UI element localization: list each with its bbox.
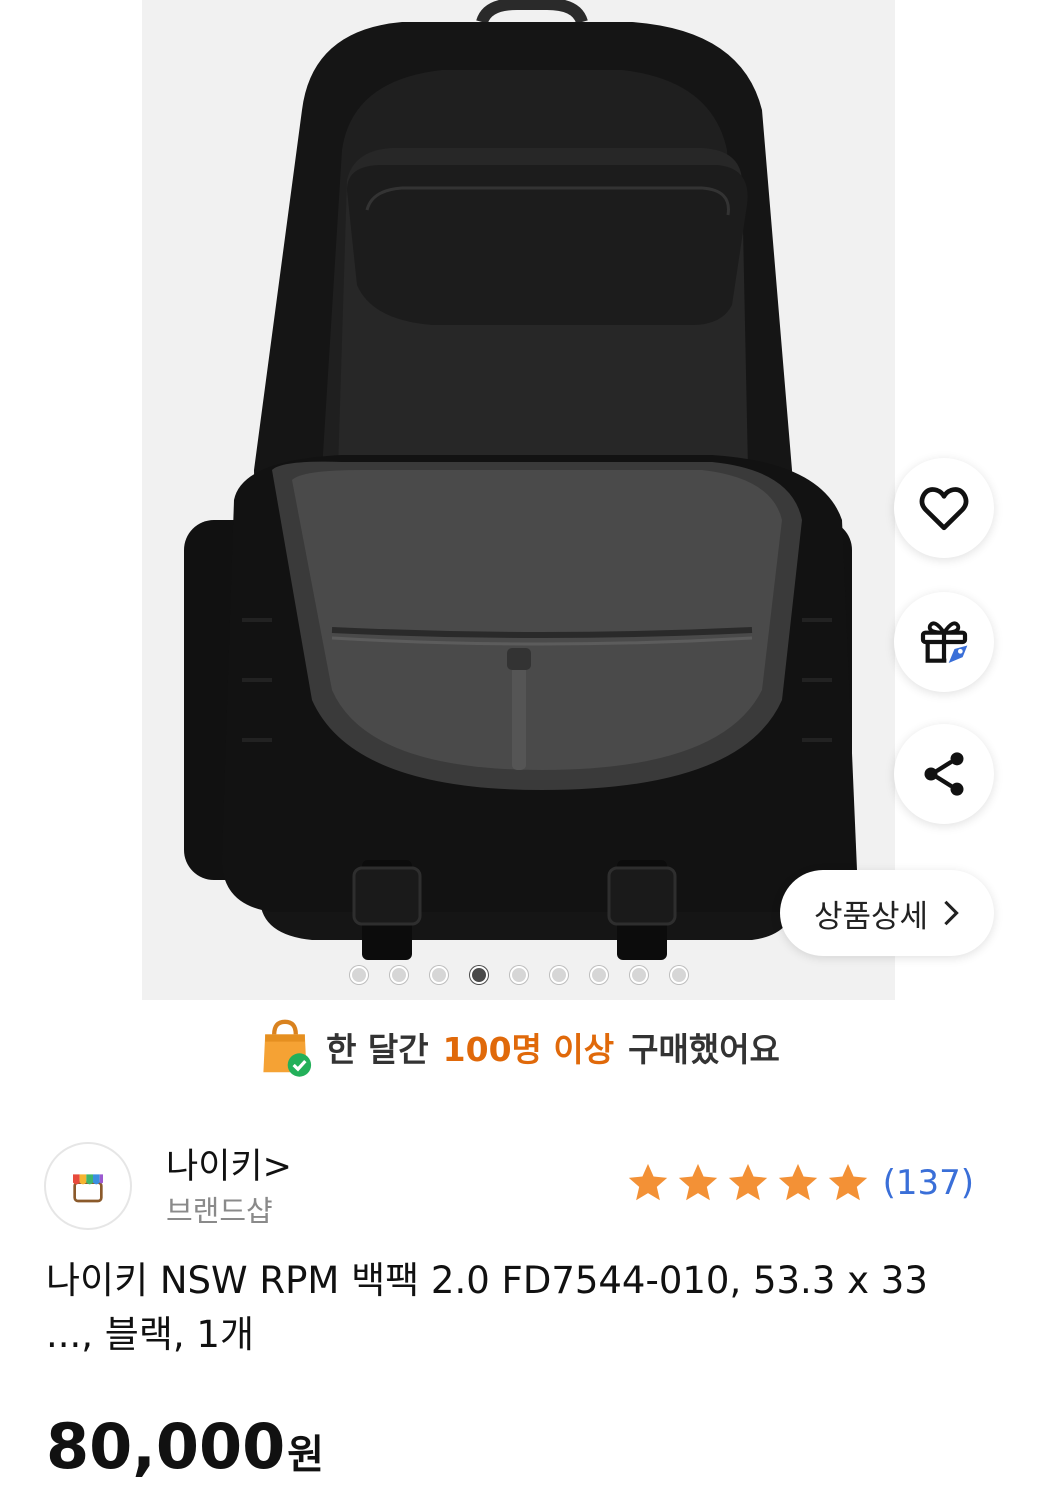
star-icon	[678, 1163, 717, 1201]
star-icon	[828, 1163, 867, 1201]
shopping-bag-check-icon	[263, 1019, 312, 1077]
price-amount: 80,000	[46, 1410, 286, 1483]
star-icon	[728, 1163, 767, 1201]
brand-arrow: >	[262, 1147, 292, 1187]
price-currency: 원	[287, 1432, 325, 1478]
review-count[interactable]: (137)	[883, 1163, 974, 1203]
gift-icon	[920, 621, 968, 663]
product-title: 나이키 NSW RPM 백팩 2.0 FD7544-010, 53.3 x 33…	[46, 1259, 928, 1356]
pagination-dot[interactable]	[510, 966, 528, 984]
wishlist-button[interactable]	[894, 458, 994, 558]
purchase-prefix: 한 달간	[326, 1030, 429, 1069]
product-image	[184, 0, 857, 960]
gallery-pagination[interactable]	[0, 966, 1038, 984]
gift-button[interactable]	[894, 592, 994, 692]
product-image-gallery[interactable]	[142, 0, 895, 1000]
pagination-dot[interactable]	[630, 966, 648, 984]
product-detail-button[interactable]: 상품상세	[780, 870, 994, 956]
brand-name-link[interactable]: 나이키>	[166, 1138, 292, 1189]
brand-name: 나이키	[166, 1147, 263, 1187]
star-icon	[628, 1163, 667, 1201]
purchase-highlight: 100명 이상	[442, 1030, 615, 1069]
pagination-dot[interactable]	[390, 966, 408, 984]
brand-logo[interactable]	[44, 1142, 132, 1230]
pagination-dot[interactable]	[550, 966, 568, 984]
heart-icon	[919, 487, 969, 531]
product-price: 80,000 원	[46, 1410, 324, 1483]
star-icon	[778, 1163, 817, 1201]
pagination-dot[interactable]	[670, 966, 688, 984]
pagination-dot[interactable]	[430, 966, 448, 984]
rating-summary[interactable]: (137)	[625, 1160, 974, 1206]
pagination-dot[interactable]	[470, 966, 488, 984]
store-icon	[73, 1174, 103, 1203]
pagination-dot[interactable]	[590, 966, 608, 984]
brand-subtitle: 브랜드샵	[166, 1194, 273, 1228]
purchase-count-banner: 한 달간 100명 이상 구매했어요	[0, 1012, 1038, 1082]
purchase-suffix: 구매했어요	[628, 1030, 780, 1069]
chevron-right-icon	[944, 900, 959, 926]
pagination-dot[interactable]	[350, 966, 368, 984]
product-detail-label: 상품상세	[813, 898, 929, 935]
share-icon	[924, 752, 964, 796]
share-button[interactable]	[894, 724, 994, 824]
